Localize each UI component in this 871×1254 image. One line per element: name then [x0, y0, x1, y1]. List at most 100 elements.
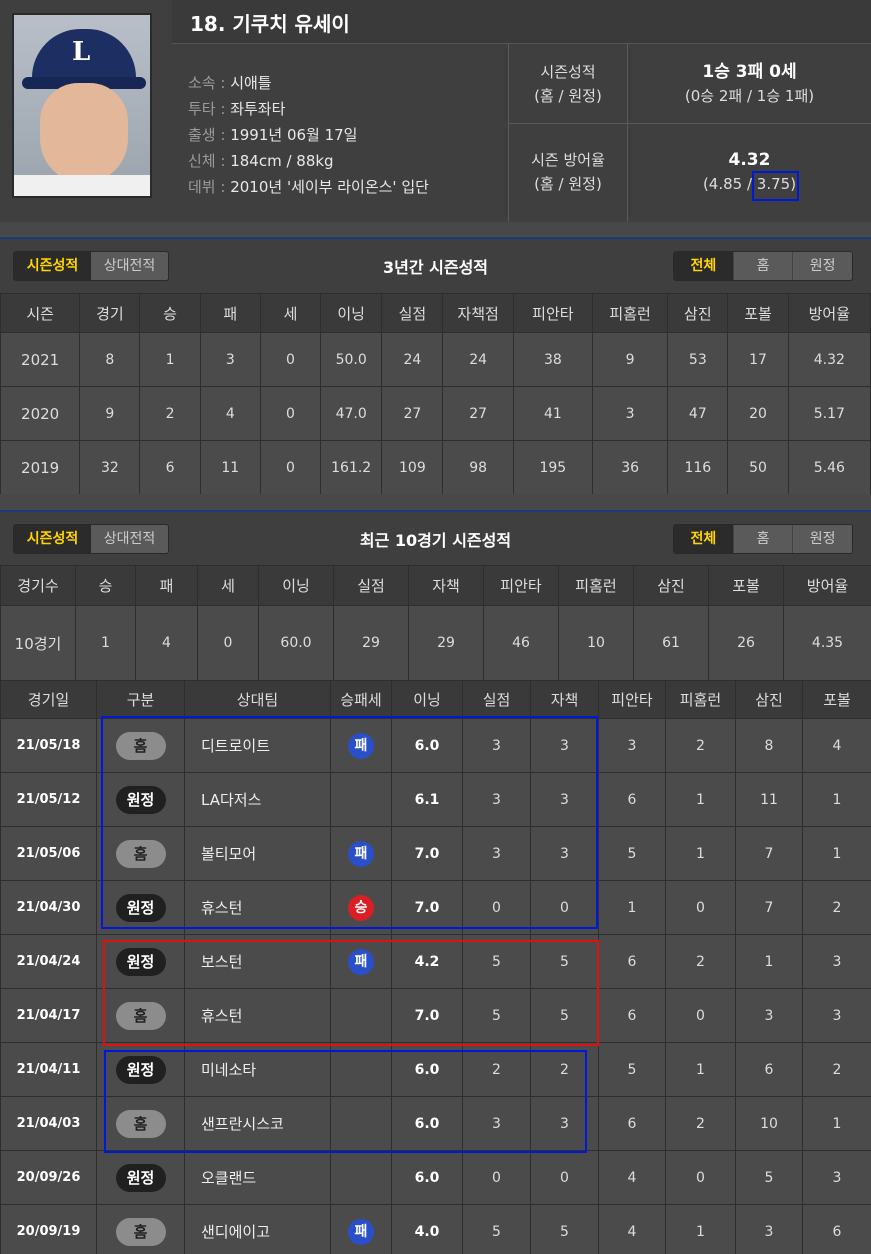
season3-cell: 195	[512, 440, 593, 495]
filter-away[interactable]: 원정	[792, 525, 852, 553]
game-row[interactable]: 20/09/19 홈 샌디에이고 패 4.0 5 5 4 1 3 6	[0, 1204, 871, 1254]
era-label-2: (홈 / 원정)	[534, 175, 602, 193]
recent-header: 시즌성적 상대전적 최근 10경기 시즌성적 전체 홈 원정	[0, 510, 871, 566]
season3-cell: 36	[591, 440, 669, 495]
game-type-cell: 홈	[96, 1204, 185, 1254]
info-row-debut: 데뷔 : 2010년 '세이부 라이온스' 입단	[188, 178, 429, 196]
season3-table: 시즌 경기 승 패 세 이닝 실점 자책점 피안타 피홈런 삼진 포볼 방어율 2021 8 1 3 0 50.0…	[0, 293, 871, 495]
games-col-header: 삼진	[735, 680, 803, 719]
season3-header: 시즌성적 상대전적 3년간 시즌성적 전체 홈 원정	[0, 237, 871, 293]
filter-all[interactable]: 전체	[674, 525, 733, 553]
game-hr-cell: 0	[665, 880, 736, 935]
era-label-1: 시즌 방어율	[531, 151, 605, 169]
season3-cell: 0	[259, 440, 322, 495]
games-col-header: 자책	[530, 680, 599, 719]
highlight-box-blue-top	[101, 716, 598, 929]
game-er-cell: 0	[530, 1150, 599, 1205]
games-col-header: 승패세	[330, 680, 392, 719]
info-value: 시애틀	[230, 74, 272, 92]
season3-cell: 2021	[0, 332, 81, 387]
game-hr-cell: 1	[665, 1042, 736, 1097]
info-label: 출생	[188, 126, 216, 144]
season3-col-header: 패	[199, 293, 261, 333]
season3-cell: 27	[442, 386, 514, 441]
shirt-shape	[14, 175, 150, 196]
spacer	[0, 222, 871, 238]
filter-away[interactable]: 원정	[792, 252, 852, 280]
season3-col-header: 삼진	[667, 293, 729, 333]
away-badge: 원정	[115, 1163, 166, 1192]
game-h-cell: 1	[598, 880, 666, 935]
info-row-birth: 출생 : 1991년 06월 17일	[188, 126, 358, 144]
filter-home[interactable]: 홈	[732, 525, 793, 553]
summary-cell: 4	[135, 605, 198, 681]
season3-col-header: 방어율	[787, 293, 871, 333]
season3-col-header: 피홈런	[591, 293, 669, 333]
season3-col-header: 자책점	[442, 293, 514, 333]
season3-cell: 2	[139, 386, 201, 441]
game-res-cell: 패	[330, 1204, 392, 1254]
season3-cell: 24	[442, 332, 514, 387]
player-info: 소속 : 시애틀 투타 : 좌투좌타 출생 : 1991년 06월 17일 신체…	[188, 70, 429, 200]
summary-cell: 26	[708, 605, 784, 681]
filter-all[interactable]: 전체	[674, 252, 733, 280]
game-h-cell: 3	[598, 718, 666, 773]
player-name: 18. 기쿠치 유세이	[190, 12, 350, 36]
game-date-cell: 21/04/11	[0, 1042, 97, 1097]
game-opp-cell[interactable]: 샌디에이고	[184, 1204, 331, 1254]
season-record-main: 1승 3패 0세	[702, 62, 797, 82]
info-row-hand: 투타 : 좌투좌타	[188, 100, 286, 118]
game-hr-cell: 1	[665, 826, 736, 881]
summary-cell: 61	[633, 605, 709, 681]
summary-col-header: 자책	[408, 565, 484, 606]
summary-cell: 29	[333, 605, 409, 681]
summary-hdivider	[508, 123, 871, 124]
game-date-cell: 21/05/18	[0, 718, 97, 773]
season3-cell: 6	[139, 440, 201, 495]
info-row-body: 신체 : 184cm / 88kg	[188, 152, 334, 170]
face-shape	[40, 83, 128, 183]
game-h-cell: 4	[598, 1204, 666, 1254]
game-h-cell: 6	[598, 934, 666, 989]
season3-cell: 109	[381, 440, 444, 495]
game-h-cell: 6	[598, 1096, 666, 1151]
season3-cell: 0	[259, 332, 322, 387]
season3-cell: 38	[512, 332, 593, 387]
season3-cell: 4.32	[787, 332, 871, 387]
summary-col-header: 패	[135, 565, 198, 606]
game-hr-cell: 0	[665, 988, 736, 1043]
info-row-team: 소속 : 시애틀	[188, 74, 272, 92]
game-hr-cell: 1	[665, 1204, 736, 1254]
game-hr-cell: 2	[665, 718, 736, 773]
game-opp-cell[interactable]: 오클랜드	[184, 1150, 331, 1205]
era-value: 4.32 (4.85 / 3.75)	[628, 148, 871, 196]
games-header-row: 경기일 구분 상대팀 승패세 이닝 실점 자책 피안타 피홈런 삼진 포볼	[0, 680, 871, 719]
season-record-label-2: (홈 / 원정)	[534, 87, 602, 105]
game-bb-cell: 2	[802, 880, 871, 935]
player-photo: L	[12, 13, 152, 198]
summary-col-header: 삼진	[633, 565, 709, 606]
summary-col-header: 실점	[333, 565, 409, 606]
summary-cell: 1	[75, 605, 136, 681]
season3-cell: 98	[442, 440, 514, 495]
game-date-cell: 21/04/24	[0, 934, 97, 989]
game-r-cell: 5	[462, 1204, 531, 1254]
season3-cell: 0	[259, 386, 322, 441]
game-date-cell: 21/04/17	[0, 988, 97, 1043]
info-label: 신체	[188, 152, 216, 170]
season3-cell: 41	[512, 386, 593, 441]
game-h-cell: 4	[598, 1150, 666, 1205]
season3-cell: 5.17	[787, 386, 871, 441]
game-row[interactable]: 20/09/26 원정 오클랜드 6.0 0 0 4 0 5 3	[0, 1150, 871, 1205]
lose-badge: 패	[348, 1218, 374, 1245]
game-so-cell: 1	[735, 934, 803, 989]
game-so-cell: 7	[735, 880, 803, 935]
season3-cell: 50	[727, 440, 789, 495]
summary-col-header: 피홈런	[558, 565, 634, 606]
filter-home[interactable]: 홈	[732, 252, 793, 280]
game-h-cell: 5	[598, 826, 666, 881]
season3-filter: 전체 홈 원정	[673, 251, 853, 281]
season3-cell: 2019	[0, 440, 81, 495]
season3-col-header: 시즌	[0, 293, 81, 333]
game-hr-cell: 2	[665, 934, 736, 989]
